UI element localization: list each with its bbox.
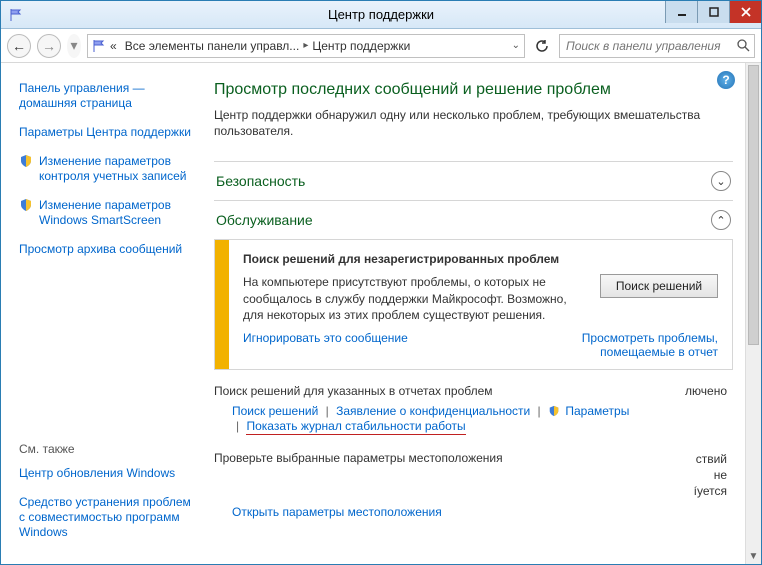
see-also-heading: См. также (19, 442, 194, 456)
sidebar-link-smartscreen[interactable]: Изменение параметров Windows SmartScreen (39, 198, 194, 228)
maximize-button[interactable] (697, 1, 729, 23)
breadcrumb[interactable]: « Все элементы панели управл... ▸ Центр … (87, 34, 525, 58)
section-maintenance-label: Обслуживание (216, 212, 313, 228)
panel-message: На компьютере присутствуют проблемы, о к… (243, 274, 588, 323)
loc-r3: íуется (694, 483, 727, 499)
breadcrumb-dropdown-icon[interactable]: ⌄ (512, 40, 520, 51)
rs-link-reliability[interactable]: Показать журнал стабильности работы (246, 419, 465, 435)
view-problems-link[interactable]: Просмотреть проблемы, помещаемые в отчет (518, 331, 718, 359)
section-maintenance[interactable]: Обслуживание ⌃ (214, 200, 733, 239)
scroll-down-icon[interactable]: ▼ (746, 548, 761, 564)
navbar: ← → ▾ « Все элементы панели управл... ▸ … (1, 29, 761, 63)
breadcrumb-item[interactable]: Все элементы панели управл... (125, 39, 300, 53)
search-icon[interactable] (737, 39, 750, 52)
shield-icon (19, 154, 33, 168)
loc-r2: не (694, 467, 727, 483)
rs-link-privacy[interactable]: Заявление о конфиденциальности (336, 404, 530, 418)
section-security[interactable]: Безопасность ⌄ (214, 161, 733, 200)
flag-icon (5, 8, 27, 22)
forward-button[interactable]: → (37, 34, 61, 58)
sidebar-link-home[interactable]: Панель управления — домашняя страница (19, 81, 194, 111)
location-block: Проверьте выбранные параметры местополож… (214, 451, 733, 520)
report-search-status: лючено (685, 384, 733, 398)
flag-icon (92, 39, 106, 53)
main-area: ? ▲ ▼ Просмотр последних сообщений и реш… (206, 63, 761, 564)
breadcrumb-item[interactable]: Центр поддержки (312, 39, 410, 53)
problem-panel: Поиск решений для незарегистрированных п… (214, 239, 733, 370)
report-search-block: Поиск решений для указанных в отчетах пр… (214, 384, 733, 433)
back-button[interactable]: ← (7, 34, 31, 58)
help-icon[interactable]: ? (717, 71, 735, 89)
search-input[interactable] (564, 38, 737, 54)
action-center-window: Центр поддержки ← → ▾ « Все элементы пан… (0, 0, 762, 565)
titlebar: Центр поддержки (1, 1, 761, 29)
sidebar-link-uac[interactable]: Изменение параметров контроля учетных за… (39, 154, 194, 184)
open-location-link[interactable]: Открыть параметры местоположения (232, 505, 442, 519)
chevron-up-icon[interactable]: ⌃ (711, 210, 731, 230)
breadcrumb-chevrons: « (110, 39, 117, 53)
sidebar-link-settings[interactable]: Параметры Центра поддержки (19, 125, 194, 140)
loc-r1: ствий (694, 451, 727, 467)
shield-icon (548, 405, 562, 419)
sidebar-link-archive[interactable]: Просмотр архива сообщений (19, 242, 194, 257)
panel-title: Поиск решений для незарегистрированных п… (243, 252, 718, 266)
sidebar-link-compat[interactable]: Средство устранения проблем с совместимо… (19, 495, 194, 540)
window-title: Центр поддержки (328, 7, 434, 22)
minimize-button[interactable] (665, 1, 697, 23)
warning-stripe (215, 240, 229, 369)
close-button[interactable] (729, 1, 761, 23)
rs-link-search[interactable]: Поиск решений (232, 404, 318, 418)
shield-icon (19, 198, 33, 212)
body: Панель управления — домашняя страница Па… (1, 63, 761, 564)
chevron-right-icon: ▸ (303, 40, 308, 51)
ignore-link[interactable]: Игнорировать это сообщение (243, 331, 408, 359)
sidebar: Панель управления — домашняя страница Па… (1, 63, 206, 564)
scroll-thumb[interactable] (748, 65, 759, 345)
refresh-button[interactable] (531, 35, 553, 57)
history-dropdown[interactable]: ▾ (67, 34, 81, 58)
sidebar-link-windows-update[interactable]: Центр обновления Windows (19, 466, 194, 481)
scrollbar[interactable]: ▲ ▼ (745, 63, 761, 564)
rs-link-params[interactable]: Параметры (565, 404, 629, 418)
search-box[interactable] (559, 34, 755, 58)
report-search-label: Поиск решений для указанных в отчетах пр… (214, 384, 493, 398)
chevron-down-icon[interactable]: ⌄ (711, 171, 731, 191)
page-heading: Просмотр последних сообщений и решение п… (214, 81, 733, 99)
location-label: Проверьте выбранные параметры местополож… (214, 451, 503, 465)
find-solutions-button[interactable]: Поиск решений (600, 274, 718, 298)
section-security-label: Безопасность (216, 173, 305, 189)
page-subtext: Центр поддержки обнаружил одну или неско… (214, 107, 733, 139)
